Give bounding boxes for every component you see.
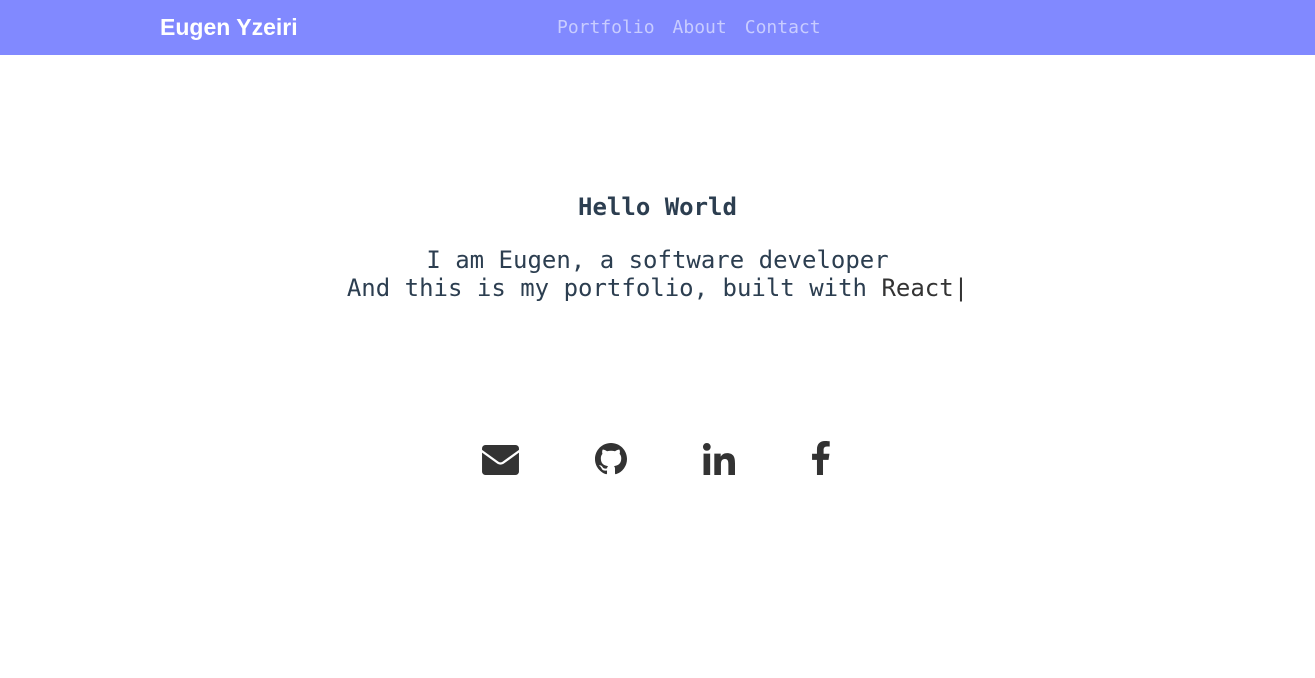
hero-line-portfolio-text: And this is my portfolio, built with	[346, 274, 882, 302]
navbar: Eugen Yzeiri Portfolio About Contact	[0, 0, 1315, 55]
facebook-link[interactable]	[812, 441, 831, 475]
hero-line-portfolio: And this is my portfolio, built with Rea…	[0, 274, 1315, 302]
brand-link[interactable]: Eugen Yzeiri	[160, 12, 298, 42]
typing-cursor: |	[953, 274, 969, 302]
linkedin-link[interactable]	[703, 443, 735, 475]
hero-tech-word: React	[881, 274, 954, 302]
email-link[interactable]	[482, 445, 519, 475]
hero-line-intro: I am Eugen, a software developer	[426, 246, 889, 274]
hero-title: Hello World	[578, 193, 737, 221]
nav-link-contact[interactable]: Contact	[745, 16, 821, 40]
social-links	[0, 440, 1315, 480]
github-icon	[595, 443, 627, 475]
nav-link-about[interactable]: About	[673, 16, 727, 40]
nav-links: Portfolio About Contact	[557, 16, 821, 40]
facebook-icon	[812, 441, 830, 475]
github-link[interactable]	[595, 443, 627, 475]
hero-intro: I am Eugen, a software developer And thi…	[0, 246, 1315, 302]
nav-link-portfolio[interactable]: Portfolio	[557, 16, 655, 40]
linkedin-icon	[703, 443, 735, 475]
hero-section: Hello World I am Eugen, a software devel…	[0, 192, 1315, 302]
envelope-icon	[482, 445, 519, 475]
